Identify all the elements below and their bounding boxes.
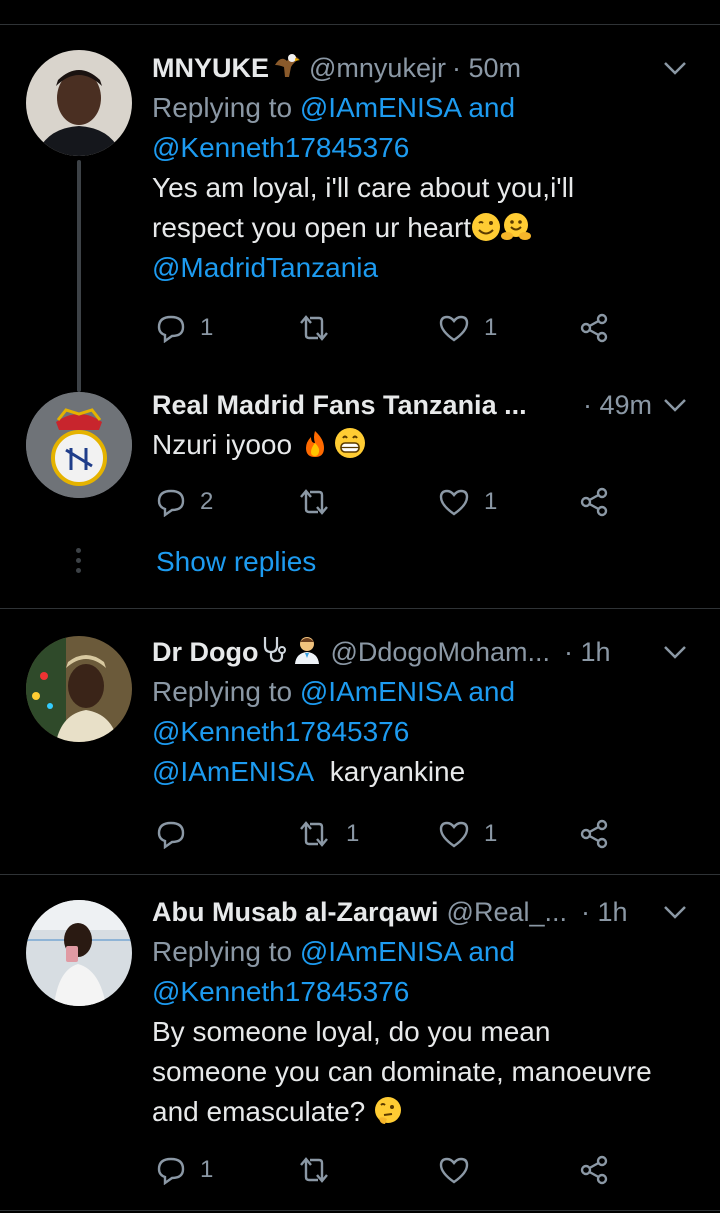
- retweet-icon: [300, 821, 328, 847]
- author-handle[interactable]: @mnyukejr: [309, 53, 446, 84]
- mention-link[interactable]: @Kenneth17845376: [152, 716, 409, 747]
- share-button[interactable]: [578, 486, 610, 518]
- mention-link[interactable]: @IAmENISA: [300, 936, 461, 967]
- like-button[interactable]: 1: [438, 819, 497, 849]
- heart-icon: [439, 315, 469, 342]
- heart-icon: [439, 821, 469, 848]
- like-button[interactable]: 1: [438, 487, 497, 517]
- mention-link[interactable]: @IAmENISA: [300, 92, 461, 123]
- share-icon: [580, 1155, 608, 1185]
- reply-button[interactable]: 1: [156, 313, 213, 343]
- like-button[interactable]: 1: [438, 313, 497, 343]
- author-name[interactable]: Dr Dogo: [152, 637, 258, 668]
- tweet-text: By someone loyal, do you mean someone yo…: [152, 1016, 652, 1127]
- author-handle[interactable]: @DdogoMoham...: [330, 637, 550, 668]
- mention-link[interactable]: @IAmENISA: [152, 756, 314, 787]
- eagle-emoji-icon: [271, 51, 301, 86]
- chevron-down-icon[interactable]: [660, 637, 690, 667]
- retweet-icon: [300, 315, 328, 341]
- author-name[interactable]: MNYUKE: [152, 53, 269, 84]
- mention-link[interactable]: @Kenneth17845376: [152, 976, 409, 1007]
- mention-link[interactable]: @IAmENISA: [300, 676, 461, 707]
- retweet-button[interactable]: [296, 1155, 346, 1185]
- more-replies-dots: [74, 548, 82, 578]
- replying-to: Replying to @IAmENISA and @Kenneth178453…: [152, 676, 516, 747]
- heart-icon: [439, 489, 469, 516]
- avatar[interactable]: [26, 636, 132, 742]
- replying-to: Replying to @IAmENISA and @Kenneth178453…: [152, 92, 516, 163]
- retweet-button[interactable]: [296, 487, 346, 517]
- show-replies-link[interactable]: Show replies: [156, 546, 316, 578]
- share-button[interactable]: [578, 312, 610, 344]
- share-button[interactable]: [578, 1154, 610, 1186]
- hugging-face-icon: [501, 212, 532, 242]
- top-divider: [0, 24, 720, 25]
- winking-face-icon: [471, 212, 501, 242]
- timestamp: · 50m: [451, 52, 521, 83]
- chevron-down-icon[interactable]: [660, 53, 690, 83]
- reply-icon: [157, 489, 185, 517]
- reply-icon: [157, 821, 185, 849]
- author-name[interactable]: Real Madrid Fans Tanzania ...: [152, 390, 527, 421]
- retweet-button[interactable]: [296, 313, 346, 343]
- timestamp: · 1h: [564, 636, 611, 667]
- chevron-down-icon[interactable]: [660, 390, 690, 420]
- heart-icon: [439, 1157, 469, 1184]
- retweet-icon: [300, 489, 328, 515]
- author-name[interactable]: Abu Musab al-Zarqawi: [152, 897, 439, 928]
- reply-button[interactable]: [156, 819, 200, 849]
- replying-to: Replying to @IAmENISA and @Kenneth178453…: [152, 936, 516, 1007]
- chevron-down-icon[interactable]: [660, 897, 690, 927]
- tweet-text: Yes am loyal, i'll care about you,i'll r…: [152, 172, 575, 283]
- timestamp: · 49m: [582, 389, 652, 420]
- author-handle[interactable]: @Real_...: [447, 897, 567, 928]
- grinning-face-icon: [334, 427, 365, 458]
- thread-line: [77, 160, 81, 392]
- divider: [0, 874, 720, 875]
- share-icon: [580, 487, 608, 517]
- thinking-face-icon: [373, 1096, 403, 1126]
- timestamp: · 1h: [581, 896, 628, 927]
- tweet-text: Nzuri iyooo: [152, 425, 700, 465]
- stethoscope-icon: [260, 634, 288, 671]
- reply-button[interactable]: 2: [156, 487, 213, 517]
- tweet-text: @IAmENISA karyankine: [152, 756, 466, 787]
- avatar[interactable]: [26, 392, 132, 498]
- share-button[interactable]: [578, 818, 610, 850]
- reply-button[interactable]: 1: [156, 1155, 213, 1185]
- share-icon: [580, 819, 608, 849]
- avatar[interactable]: [26, 900, 132, 1006]
- retweet-button[interactable]: 1: [296, 819, 359, 849]
- reply-icon: [157, 1157, 185, 1185]
- divider: [0, 608, 720, 609]
- like-button[interactable]: [438, 1155, 484, 1185]
- mention-link[interactable]: @Kenneth17845376: [152, 132, 409, 163]
- fire-icon: [300, 429, 330, 459]
- mention-link[interactable]: @MadridTanzania: [152, 252, 378, 283]
- health-worker-icon: [292, 634, 322, 671]
- share-icon: [580, 313, 608, 343]
- avatar[interactable]: [26, 50, 132, 156]
- reply-icon: [157, 315, 185, 343]
- retweet-icon: [300, 1157, 328, 1183]
- bottom-divider: [0, 1210, 720, 1211]
